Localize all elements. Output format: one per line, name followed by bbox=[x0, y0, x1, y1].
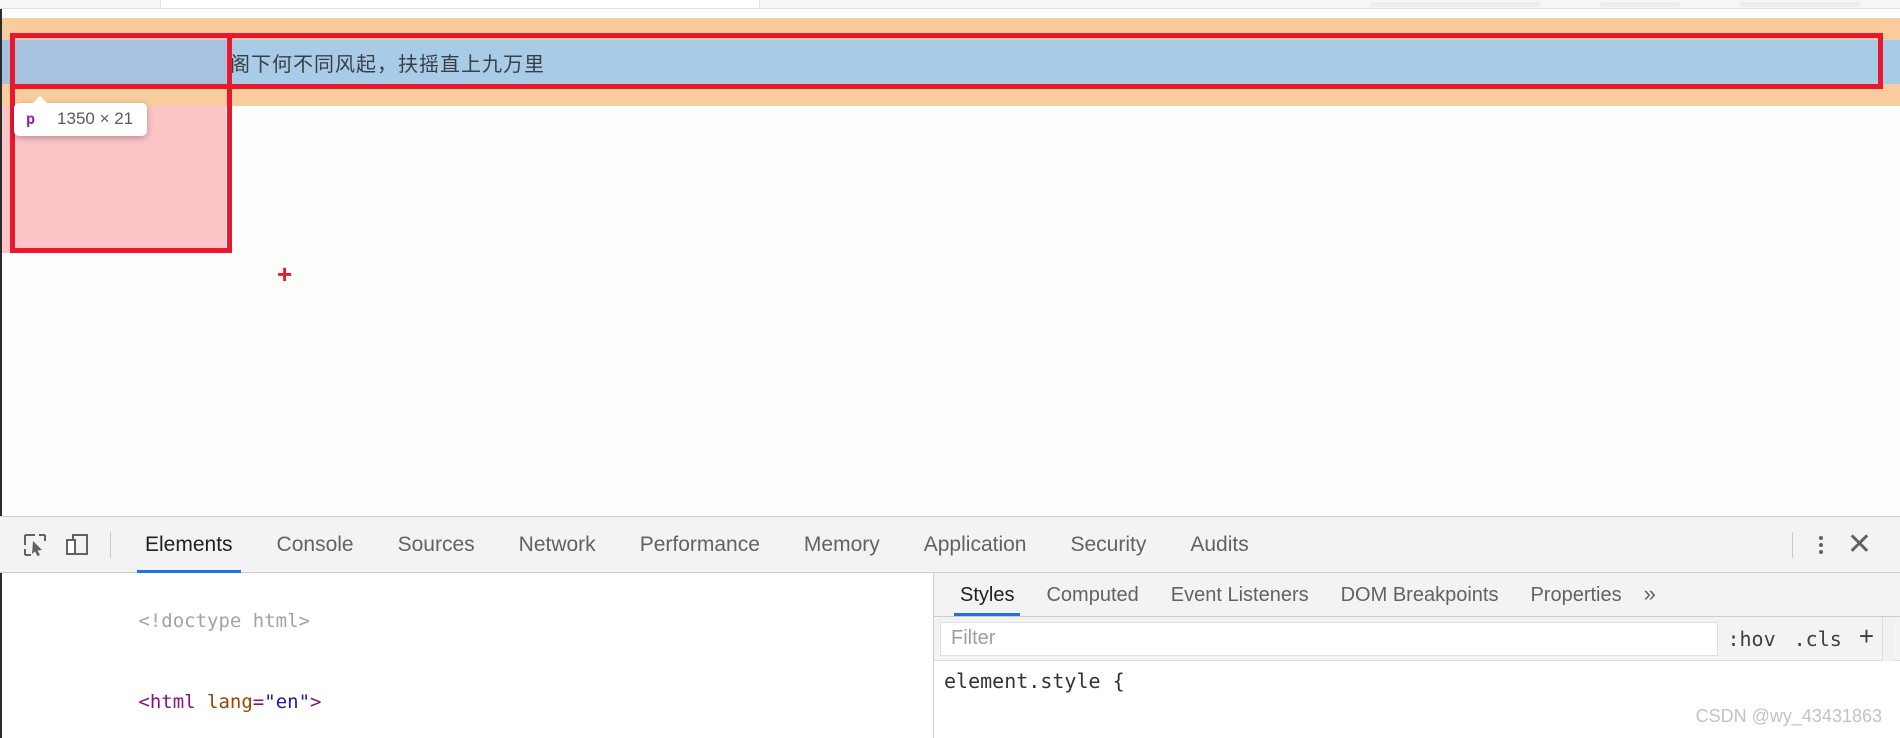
omnibox-stub[interactable] bbox=[1370, 2, 1540, 7]
devtools-tab-list: Elements Console Sources Network Perform… bbox=[123, 517, 1271, 573]
sidebar-tab-properties[interactable]: Properties bbox=[1514, 584, 1637, 616]
highlighted-paragraph: 阁下何不同风起，扶摇直上九万里 bbox=[226, 40, 1900, 84]
sidebar-tab-styles[interactable]: Styles bbox=[944, 584, 1030, 616]
styles-scrollbar[interactable] bbox=[1882, 616, 1894, 661]
tab-application[interactable]: Application bbox=[902, 517, 1049, 573]
tab-console[interactable]: Console bbox=[255, 517, 376, 573]
tab-sources[interactable]: Sources bbox=[376, 517, 497, 573]
tab-security[interactable]: Security bbox=[1048, 517, 1168, 573]
node-dimensions-label: 1350 × 21 bbox=[57, 109, 134, 128]
styles-filter-input[interactable]: Filter bbox=[940, 621, 1719, 656]
more-options-icon[interactable] bbox=[1805, 528, 1837, 562]
window-controls-stub[interactable] bbox=[1740, 2, 1860, 7]
paragraph-text: 阁下何不同风起，扶摇直上九万里 bbox=[230, 51, 545, 76]
dom-text: <!doctype html> bbox=[138, 610, 310, 632]
annotation-plus-marker: + bbox=[277, 259, 293, 289]
styles-sidebar-pane: Styles Computed Event Listeners DOM Brea… bbox=[934, 573, 1900, 738]
tab-performance[interactable]: Performance bbox=[618, 517, 782, 573]
browser-tab[interactable] bbox=[160, 0, 760, 8]
browser-chrome-strip bbox=[0, 0, 1900, 9]
screenshot-root: 阁下何不同风起，扶摇直上九万里 + p 1350 × 21 Elements C… bbox=[0, 0, 1900, 738]
inspect-element-icon[interactable] bbox=[14, 525, 56, 565]
hov-toggle-button[interactable]: :hov bbox=[1718, 627, 1784, 651]
highlight-padding-bottom bbox=[2, 84, 1900, 106]
sidebar-tab-dom-breakpoints[interactable]: DOM Breakpoints bbox=[1325, 584, 1515, 616]
tab-network[interactable]: Network bbox=[497, 517, 618, 573]
dom-tree-pane[interactable]: <!doctype html> <html lang="en"> ▶<head>… bbox=[0, 573, 933, 738]
dom-line-doctype[interactable]: <!doctype html> bbox=[24, 581, 933, 662]
styles-tab-list: Styles Computed Event Listeners DOM Brea… bbox=[934, 573, 1900, 617]
styles-filter-row: Filter :hov .cls + bbox=[934, 616, 1900, 661]
devtools-panel: Elements Console Sources Network Perform… bbox=[0, 516, 1900, 738]
node-size-tooltip: p 1350 × 21 bbox=[14, 96, 148, 136]
sidebar-tab-event-listeners[interactable]: Event Listeners bbox=[1155, 584, 1325, 616]
devtools-toolbar-right: ✕ bbox=[1780, 517, 1900, 573]
page-viewport: 阁下何不同风起，扶摇直上九万里 + p 1350 × 21 bbox=[0, 9, 1900, 516]
tab-elements[interactable]: Elements bbox=[123, 517, 255, 573]
toolbar-divider-right bbox=[1791, 532, 1793, 558]
style-rule-element-style[interactable]: element.style { bbox=[934, 661, 1900, 693]
new-style-rule-button[interactable]: + bbox=[1851, 621, 1882, 656]
tab-audits[interactable]: Audits bbox=[1168, 517, 1270, 573]
toolbar-divider bbox=[110, 531, 111, 558]
devtools-toolbar: Elements Console Sources Network Perform… bbox=[0, 517, 1900, 573]
device-toolbar-icon[interactable] bbox=[56, 525, 98, 565]
dom-line-html[interactable]: <html lang="en"> bbox=[24, 662, 933, 738]
csdn-watermark: CSDN @wy_43431863 bbox=[1695, 706, 1882, 726]
close-devtools-icon[interactable]: ✕ bbox=[1837, 530, 1882, 560]
sidebar-more-tabs-icon[interactable]: » bbox=[1638, 581, 1668, 616]
cls-toggle-button[interactable]: .cls bbox=[1785, 627, 1851, 651]
highlight-margin-box-top bbox=[2, 18, 226, 40]
tab-memory[interactable]: Memory bbox=[782, 517, 902, 573]
devtools-body: <!doctype html> <html lang="en"> ▶<head>… bbox=[0, 573, 1900, 738]
node-tag-label: p bbox=[26, 110, 36, 128]
toolbar-stub[interactable] bbox=[1600, 2, 1680, 7]
sidebar-tab-computed[interactable]: Computed bbox=[1030, 584, 1154, 616]
